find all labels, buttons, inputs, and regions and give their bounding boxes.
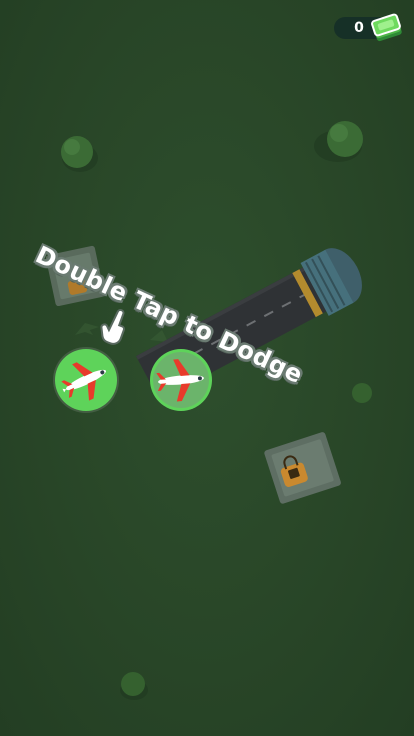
- airplane-icon: [61, 362, 107, 401]
- tree: [120, 672, 148, 700]
- tree: [352, 383, 372, 403]
- cash-stack-icon: [371, 13, 402, 42]
- player-plane[interactable]: [55, 349, 117, 411]
- enemy-plane: [150, 349, 212, 411]
- game-scene[interactable]: 0 Double Tap to Dodge: [0, 0, 414, 736]
- tree: [61, 136, 98, 172]
- tree: [314, 121, 363, 162]
- locked-building: [264, 432, 341, 504]
- pointing-hand-icon: [100, 308, 125, 345]
- currency-counter: 0: [334, 13, 406, 42]
- airplane-icon: [153, 352, 209, 408]
